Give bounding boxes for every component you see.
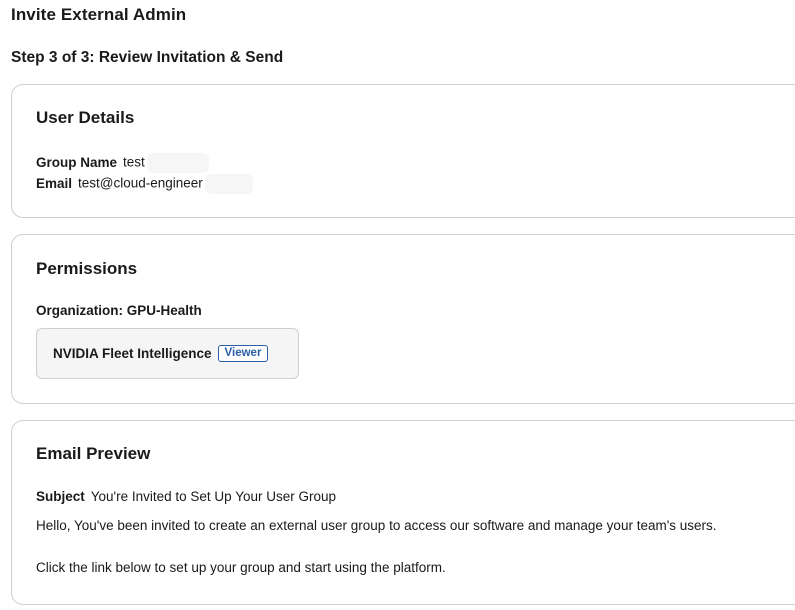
app-permission-tile: NVIDIA Fleet Intelligence Viewer: [36, 328, 299, 379]
email-label: Email: [36, 175, 73, 191]
permissions-heading: Permissions: [36, 259, 138, 278]
user-details-card: User Details Group Name test Email test@cl…: [11, 84, 795, 218]
permissions-card: Permissions Organization: GPU-Health NVI…: [11, 234, 795, 404]
group-name-label: Group Name: [36, 154, 118, 170]
role-badge: Viewer: [217, 345, 269, 362]
page-title: Invite External Admin: [11, 5, 187, 24]
invite-external-admin-page: Invite External Admin Step 3 of 3: Revie…: [0, 0, 795, 610]
step-indicator: Step 3 of 3: Review Invitation & Send: [11, 49, 284, 66]
email-value: test@cloud-engineer: [78, 175, 203, 191]
group-name-row: Group Name test: [36, 153, 209, 173]
redacted-block: [204, 174, 253, 194]
redacted-block: [146, 153, 209, 173]
subject-row: Subject You're Invited to Set Up Your Use…: [36, 489, 336, 504]
subject-value: You're Invited to Set Up Your User Group: [90, 489, 336, 504]
app-name: NVIDIA Fleet Intelligence: [53, 346, 212, 361]
user-details-heading: User Details: [36, 108, 135, 127]
email-row: Email test@cloud-engineer: [36, 174, 253, 194]
organization-label: Organization: GPU-Health: [36, 303, 202, 318]
email-preview-heading: Email Preview: [36, 444, 151, 463]
email-preview-card: Email Preview Subject You're Invited to S…: [11, 420, 795, 605]
email-body-line-1: Hello, You've been invited to create an …: [36, 518, 717, 533]
email-body-line-2: Click the link below to set up your grou…: [36, 560, 446, 575]
group-name-value: test: [123, 154, 145, 170]
subject-label: Subject: [36, 489, 85, 504]
